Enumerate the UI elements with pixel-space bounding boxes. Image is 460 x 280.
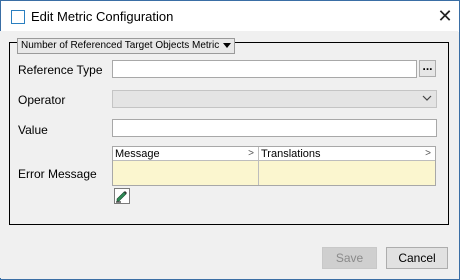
error-message-label: Error Message	[18, 167, 97, 181]
metric-type-dropdown[interactable]: Number of Referenced Target Objects Metr…	[17, 38, 236, 54]
window-title: Edit Metric Configuration	[31, 9, 174, 24]
dropdown-arrow-icon	[223, 42, 232, 48]
chevron-down-icon	[422, 93, 432, 105]
translations-cell[interactable]	[259, 161, 435, 185]
metric-type-label: Number of Referenced Target Objects Metr…	[21, 40, 220, 51]
value-label: Value	[18, 123, 48, 137]
column-header-translations[interactable]: Translations >	[259, 147, 435, 161]
operator-label: Operator	[18, 93, 66, 107]
chevron-right-icon: >	[248, 148, 254, 159]
operator-select[interactable]	[112, 90, 437, 108]
message-cell[interactable]	[113, 161, 259, 185]
window-icon	[11, 10, 25, 24]
reference-type-label: Reference Type	[18, 63, 103, 77]
browse-button[interactable]: ...	[419, 60, 436, 77]
close-icon[interactable]: ✕	[434, 5, 456, 27]
cancel-button[interactable]: Cancel	[386, 247, 448, 269]
column-header-message[interactable]: Message >	[113, 147, 259, 161]
save-button[interactable]: Save	[322, 247, 377, 269]
reference-type-input[interactable]	[112, 60, 417, 78]
chevron-right-icon: >	[425, 148, 431, 159]
column-header-message-label: Message	[115, 148, 160, 160]
title-bar: Edit Metric Configuration ✕	[1, 1, 459, 32]
value-input[interactable]	[112, 119, 437, 137]
edit-pencil-icon[interactable]	[114, 188, 130, 204]
column-header-translations-label: Translations	[261, 148, 321, 160]
error-message-grid: Message > Translations >	[112, 146, 436, 186]
